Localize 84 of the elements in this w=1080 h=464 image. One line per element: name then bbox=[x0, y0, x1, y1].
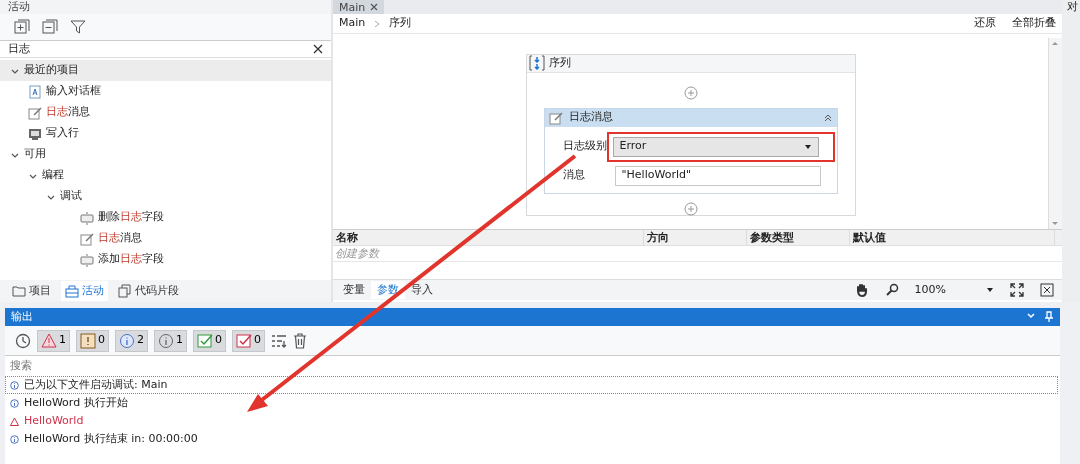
monitor-icon bbox=[28, 126, 42, 141]
dialog-icon bbox=[28, 84, 42, 99]
field-label: 日志级别 bbox=[562, 138, 607, 155]
filter-button[interactable]: 0 bbox=[193, 329, 226, 352]
tree-item[interactable]: 可用 bbox=[0, 144, 331, 165]
caret-icon bbox=[803, 143, 812, 150]
chevron-down-icon[interactable] bbox=[1026, 311, 1036, 321]
zoom-icon[interactable] bbox=[884, 283, 899, 297]
filter-button[interactable]: 1 bbox=[154, 329, 187, 352]
toolbox-icon bbox=[65, 284, 79, 298]
activity-title: 日志消息 bbox=[568, 109, 614, 126]
toolbar-link[interactable]: 全部折叠 bbox=[1012, 15, 1056, 32]
warning-triangle-icon bbox=[41, 332, 57, 349]
column-header: 方向 bbox=[644, 230, 747, 245]
overview-icon[interactable] bbox=[1040, 283, 1054, 297]
filter-button[interactable]: 2 bbox=[115, 329, 148, 352]
info-icon bbox=[10, 434, 19, 444]
input-field[interactable]: "HelloWorld" bbox=[614, 165, 821, 186]
sequence-icon bbox=[528, 55, 545, 72]
collapse-icon[interactable] bbox=[822, 112, 833, 123]
panel-title: 输出 bbox=[11, 308, 33, 325]
log-message: HelloWord 执行结束 in: 00:00:00 bbox=[24, 430, 198, 447]
copy-icon bbox=[118, 284, 132, 298]
hand-icon[interactable] bbox=[854, 283, 869, 297]
collapse-all-icon[interactable] bbox=[42, 19, 58, 35]
trash-icon[interactable] bbox=[293, 332, 307, 349]
note-pencil-icon bbox=[548, 110, 563, 125]
designer-tab[interactable]: 变量 bbox=[337, 280, 371, 300]
fit-screen-icon[interactable] bbox=[1010, 283, 1024, 297]
breadcrumb-item[interactable]: 序列 bbox=[389, 15, 412, 32]
tree-item[interactable]: 日志消息 bbox=[0, 228, 331, 249]
tree-item[interactable]: 最近的项目 bbox=[0, 60, 331, 81]
folder-icon bbox=[12, 284, 26, 298]
field-icon bbox=[80, 210, 94, 225]
panel-title: 活动 bbox=[8, 0, 30, 13]
expand-all-icon[interactable] bbox=[14, 19, 30, 35]
panel-tab[interactable]: 项目 bbox=[8, 280, 55, 302]
warning-triangle-icon bbox=[10, 416, 19, 426]
filter-icon[interactable] bbox=[70, 19, 86, 35]
filter-button[interactable]: 0 bbox=[76, 329, 109, 352]
tree-item[interactable]: 输入对话框 bbox=[0, 81, 331, 102]
column-header: 默认值 bbox=[850, 230, 1055, 245]
breadcrumb-item[interactable]: Main bbox=[339, 15, 366, 32]
log-message: 已为以下文件启动调试: Main bbox=[24, 376, 168, 393]
info-icon bbox=[10, 380, 19, 390]
tree-item[interactable]: 调试 bbox=[0, 186, 331, 207]
panel-tab[interactable]: 代码片段 bbox=[114, 280, 183, 302]
field-label: 消息 bbox=[562, 167, 586, 184]
log-message: HelloWorld bbox=[24, 412, 84, 429]
toolbar-link[interactable]: 还原 bbox=[974, 15, 996, 32]
scrollbar[interactable] bbox=[1048, 38, 1062, 229]
search-field[interactable]: 日志 bbox=[0, 40, 331, 58]
note-pencil-icon bbox=[80, 231, 94, 246]
check-icon bbox=[197, 332, 213, 349]
dropdown[interactable]: Error bbox=[612, 136, 819, 157]
filter-button[interactable]: 0 bbox=[232, 329, 265, 352]
chevron-right-icon bbox=[373, 18, 382, 29]
field-icon bbox=[80, 252, 94, 267]
info-icon bbox=[119, 332, 135, 349]
tree-item[interactable]: 添加日志字段 bbox=[0, 249, 331, 270]
tree-item[interactable]: 编程 bbox=[0, 165, 331, 186]
edge-text: 对 bbox=[1067, 0, 1078, 13]
caret-icon bbox=[986, 287, 994, 293]
info-icon bbox=[158, 332, 174, 349]
info-icon bbox=[10, 398, 19, 408]
clock-icon[interactable] bbox=[15, 332, 31, 349]
tree-item[interactable]: 删除日志字段 bbox=[0, 207, 331, 228]
column-header: 名称 bbox=[333, 230, 644, 245]
zoom-dropdown[interactable]: 100% bbox=[914, 281, 994, 299]
exclamation-icon bbox=[80, 332, 96, 349]
designer-tab[interactable]: 导入 bbox=[405, 280, 439, 300]
tree-item[interactable]: 日志消息 bbox=[0, 102, 331, 123]
note-pencil-icon bbox=[28, 105, 42, 120]
pin-icon[interactable] bbox=[1044, 311, 1054, 323]
sequence-title: 序列 bbox=[548, 55, 571, 71]
log-message: HelloWord 执行开始 bbox=[24, 394, 128, 411]
list-sort-icon[interactable] bbox=[271, 332, 287, 349]
panel-tab[interactable]: 活动 bbox=[61, 280, 108, 302]
tree-item[interactable]: 写入行 bbox=[0, 123, 331, 144]
column-header: 参数类型 bbox=[747, 230, 850, 245]
close-icon[interactable] bbox=[313, 44, 323, 54]
document-tab[interactable]: Main bbox=[333, 0, 385, 14]
check-icon bbox=[236, 332, 252, 349]
filter-button[interactable]: 1 bbox=[37, 329, 70, 352]
